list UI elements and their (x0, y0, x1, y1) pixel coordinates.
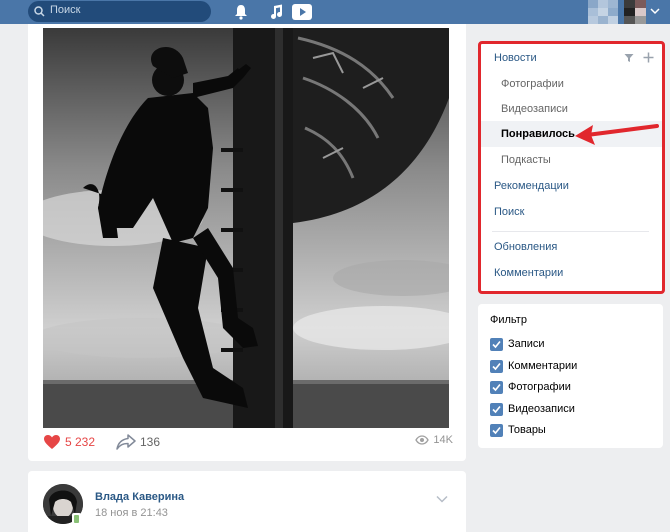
post-card-2: Влада Каверина 18 ноя в 21:43 (28, 471, 466, 532)
post-actions: 5 232 136 14K (43, 434, 453, 454)
share-icon (116, 434, 136, 450)
search-icon (34, 6, 45, 17)
user-name-blurred[interactable] (588, 0, 618, 27)
filter-option-videos[interactable]: Видеозаписи (490, 401, 575, 417)
checkbox-checked-icon[interactable] (490, 402, 503, 416)
news-menu: Новости Фотографии Видеозаписи Понравило… (478, 41, 663, 292)
menu-item-updates[interactable]: Обновления (478, 234, 663, 260)
checkbox-checked-icon[interactable] (490, 380, 503, 394)
bell-icon[interactable] (234, 4, 248, 20)
filter-option-posts[interactable]: Записи (490, 336, 545, 352)
online-mobile-icon (72, 513, 81, 525)
red-arrow-annotation (575, 124, 659, 145)
filter-panel: Фильтр Записи Комментарии Фотографии Вид… (478, 304, 663, 448)
heart-icon (44, 435, 60, 449)
checkbox-checked-icon[interactable] (490, 359, 503, 373)
menu-item-photos[interactable]: Фотографии (478, 71, 663, 97)
chevron-down-icon[interactable] (436, 495, 448, 503)
eye-icon (415, 435, 430, 445)
menu-item-comments[interactable]: Комментарии (478, 260, 663, 286)
share-count: 136 (140, 435, 161, 449)
filter-option-comments[interactable]: Комментарии (490, 358, 577, 374)
post-date[interactable]: 18 ноя в 21:43 (95, 507, 168, 519)
checkbox-checked-icon[interactable] (490, 423, 503, 437)
menu-item-recommendations[interactable]: Рекомендации (478, 173, 663, 199)
views-count: 14K (433, 434, 453, 446)
chevron-down-icon[interactable] (650, 7, 660, 15)
filter-option-goods[interactable]: Товары (490, 422, 546, 438)
filter-icon[interactable] (624, 53, 634, 63)
post-photo[interactable] (43, 28, 449, 428)
share-button[interactable]: 136 (116, 434, 160, 450)
avatar[interactable] (624, 0, 646, 27)
views-indicator: 14K (415, 434, 453, 446)
filter-option-photos[interactable]: Фотографии (490, 379, 571, 395)
like-button[interactable]: 5 232 (43, 434, 95, 450)
post-author[interactable]: Влада Каверина (95, 491, 184, 503)
menu-divider (492, 231, 649, 232)
filter-title: Фильтр (490, 314, 527, 326)
post-card: 5 232 136 14K (28, 24, 466, 461)
like-count: 5 232 (65, 435, 96, 449)
top-bar: Поиск (0, 0, 670, 24)
search-placeholder: Поиск (50, 4, 81, 16)
play-icon[interactable] (292, 4, 312, 20)
plus-icon[interactable] (643, 52, 654, 63)
menu-item-search[interactable]: Поиск (478, 199, 663, 225)
music-icon[interactable] (270, 4, 284, 20)
menu-item-news[interactable]: Новости (478, 45, 663, 71)
checkbox-checked-icon[interactable] (490, 337, 503, 351)
search-input[interactable]: Поиск (28, 1, 211, 22)
